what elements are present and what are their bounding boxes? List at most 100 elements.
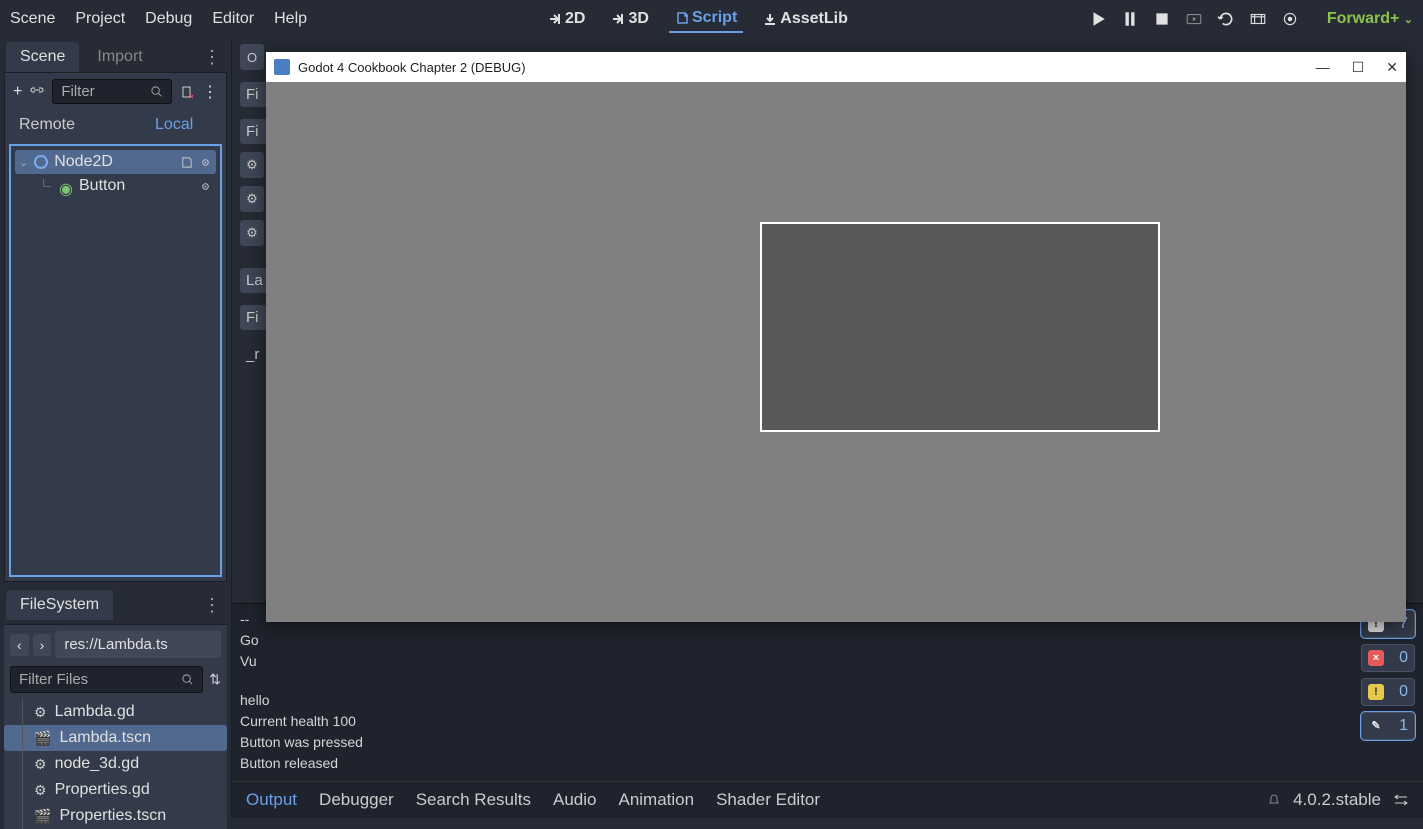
tab-filesystem[interactable]: FileSystem bbox=[6, 590, 113, 620]
render-mode-dropdown[interactable]: Forward+ ⌄ bbox=[1327, 10, 1413, 28]
file-item[interactable]: 🎬Properties.tscn bbox=[4, 803, 227, 829]
button-node-icon: ◉ bbox=[59, 179, 73, 193]
btab-audio[interactable]: Audio bbox=[553, 790, 596, 810]
movie-icon[interactable] bbox=[1249, 10, 1267, 28]
script-icon bbox=[675, 11, 689, 25]
btab-shader[interactable]: Shader Editor bbox=[716, 790, 820, 810]
edit-icon: ✎ bbox=[1368, 718, 1384, 734]
counter-error[interactable]: ×0 bbox=[1361, 644, 1415, 672]
tab-scene[interactable]: Scene bbox=[6, 42, 79, 72]
minimize-icon[interactable]: — bbox=[1316, 59, 1330, 76]
tree-node-root[interactable]: ⌄ Node2D bbox=[15, 150, 216, 174]
scene-menu-icon[interactable]: ⋮ bbox=[202, 82, 218, 102]
file-item[interactable]: 🎬 Lambda.tscn bbox=[4, 725, 227, 751]
file-name: Lambda.gd bbox=[55, 703, 135, 721]
tab-local[interactable]: Local bbox=[155, 116, 193, 134]
version-label: 4.0.2.stable bbox=[1267, 790, 1409, 810]
view-assetlib-label: AssetLib bbox=[780, 10, 848, 28]
warn-icon: ! bbox=[1368, 684, 1384, 700]
scene-icon: 🎬 bbox=[34, 730, 51, 747]
file-item[interactable]: ⚙Properties.gd bbox=[4, 777, 227, 803]
menu-help[interactable]: Help bbox=[274, 10, 307, 28]
expand-panel-icon[interactable] bbox=[1393, 793, 1409, 807]
godot-app-icon bbox=[274, 59, 290, 75]
tab-import[interactable]: Import bbox=[83, 42, 156, 72]
counter-warn[interactable]: !0 bbox=[1361, 678, 1415, 706]
view-3d[interactable]: 3D bbox=[605, 6, 654, 32]
bell-icon[interactable] bbox=[1267, 793, 1281, 807]
game-window-titlebar[interactable]: Godot 4 Cookbook Chapter 2 (DEBUG) — ☐ ✕ bbox=[266, 52, 1406, 82]
counter-value: 1 bbox=[1399, 717, 1408, 735]
game-button-rect[interactable] bbox=[760, 222, 1160, 432]
remote-play-icon[interactable] bbox=[1185, 10, 1203, 28]
filesystem-panel: ‹ › res://Lambda.ts Filter Files ⇅ ⚙ Lamb… bbox=[4, 624, 227, 829]
nav-forward-icon[interactable]: › bbox=[33, 634, 52, 656]
version-text: 4.0.2.stable bbox=[1293, 790, 1381, 810]
camera-icon[interactable] bbox=[1281, 10, 1299, 28]
chevron-down-icon[interactable]: ⌄ bbox=[19, 156, 28, 169]
menu-debug[interactable]: Debug bbox=[145, 10, 192, 28]
scene-filter-input[interactable]: Filter bbox=[52, 79, 172, 104]
stop-icon[interactable] bbox=[1153, 10, 1171, 28]
btab-search[interactable]: Search Results bbox=[416, 790, 531, 810]
visibility-icon[interactable] bbox=[199, 180, 212, 193]
gear-icon[interactable]: ⚙ bbox=[240, 186, 264, 212]
pause-icon[interactable] bbox=[1121, 10, 1139, 28]
filesystem-file-list: ⚙ Lambda.gd 🎬 Lambda.tscn ⚙ node_3d.gd ⚙Pro… bbox=[4, 699, 227, 829]
play-icon[interactable] bbox=[1089, 10, 1107, 28]
file-name: Properties.tscn bbox=[59, 807, 166, 825]
filesystem-filter-input[interactable]: Filter Files bbox=[10, 666, 203, 693]
arrow-icon bbox=[548, 12, 562, 26]
gear-icon[interactable]: ⚙ bbox=[240, 152, 264, 178]
script-detach-icon[interactable] bbox=[180, 85, 194, 99]
script-attached-icon[interactable] bbox=[180, 156, 193, 169]
menu-project[interactable]: Project bbox=[75, 10, 125, 28]
scene-filter-placeholder: Filter bbox=[61, 83, 94, 100]
add-node-icon[interactable]: + bbox=[13, 83, 22, 101]
game-debug-window[interactable]: Godot 4 Cookbook Chapter 2 (DEBUG) — ☐ ✕ bbox=[266, 52, 1406, 622]
search-icon bbox=[181, 673, 194, 686]
btab-output[interactable]: Output bbox=[246, 790, 297, 810]
view-assetlib[interactable]: AssetLib bbox=[757, 6, 854, 32]
bottom-panel: -- Go Vu hello Current health 100 Button… bbox=[232, 603, 1423, 818]
arrow-icon bbox=[611, 12, 625, 26]
file-name: node_3d.gd bbox=[55, 755, 140, 773]
game-viewport[interactable] bbox=[266, 82, 1406, 622]
maximize-icon[interactable]: ☐ bbox=[1352, 59, 1365, 76]
output-text: -- Go Vu hello Current health 100 Button… bbox=[240, 610, 1353, 775]
view-script[interactable]: Script bbox=[669, 5, 743, 33]
tree-node-button[interactable]: ◉ Button bbox=[15, 174, 216, 198]
btab-animation[interactable]: Animation bbox=[618, 790, 694, 810]
output-header-text: -- Go Vu bbox=[240, 611, 259, 669]
file-item[interactable]: ⚙ node_3d.gd bbox=[4, 751, 227, 777]
search-icon bbox=[150, 85, 163, 98]
menu-editor[interactable]: Editor bbox=[212, 10, 254, 28]
node2d-icon bbox=[34, 155, 48, 169]
counter-value: 0 bbox=[1399, 683, 1408, 701]
file-item[interactable]: ⚙ Lambda.gd bbox=[4, 699, 227, 725]
script-online-icon[interactable]: O bbox=[240, 44, 264, 70]
panel-menu-icon[interactable]: ⋮ bbox=[197, 47, 225, 68]
node-label: Button bbox=[79, 177, 125, 195]
reload-icon[interactable] bbox=[1217, 10, 1235, 28]
counter-edit[interactable]: ✎1 bbox=[1361, 712, 1415, 740]
scene-tree: ⌄ Node2D ◉ Button bbox=[9, 144, 222, 577]
bottom-tabs: Output Debugger Search Results Audio Ani… bbox=[232, 781, 1423, 818]
nav-back-icon[interactable]: ‹ bbox=[10, 634, 29, 656]
render-mode-label: Forward+ bbox=[1327, 10, 1399, 27]
gear-icon: ⚙ bbox=[34, 756, 47, 773]
filesystem-path[interactable]: res://Lambda.ts bbox=[55, 631, 221, 658]
scene-toolbar: + Filter ⋮ bbox=[5, 73, 226, 110]
menu-scene[interactable]: Scene bbox=[10, 10, 55, 28]
visibility-icon[interactable] bbox=[199, 156, 212, 169]
sort-icon[interactable]: ⇅ bbox=[209, 671, 221, 688]
close-icon[interactable]: ✕ bbox=[1386, 59, 1398, 76]
file-name: Lambda.tscn bbox=[59, 729, 151, 747]
link-icon[interactable] bbox=[30, 85, 44, 99]
view-2d[interactable]: 2D bbox=[542, 6, 591, 32]
btab-debugger[interactable]: Debugger bbox=[319, 790, 394, 810]
gear-icon[interactable]: ⚙ bbox=[240, 220, 264, 246]
panel-menu-icon[interactable]: ⋮ bbox=[197, 595, 225, 616]
tab-remote[interactable]: Remote bbox=[19, 116, 75, 134]
gear-icon: ⚙ bbox=[34, 704, 47, 721]
